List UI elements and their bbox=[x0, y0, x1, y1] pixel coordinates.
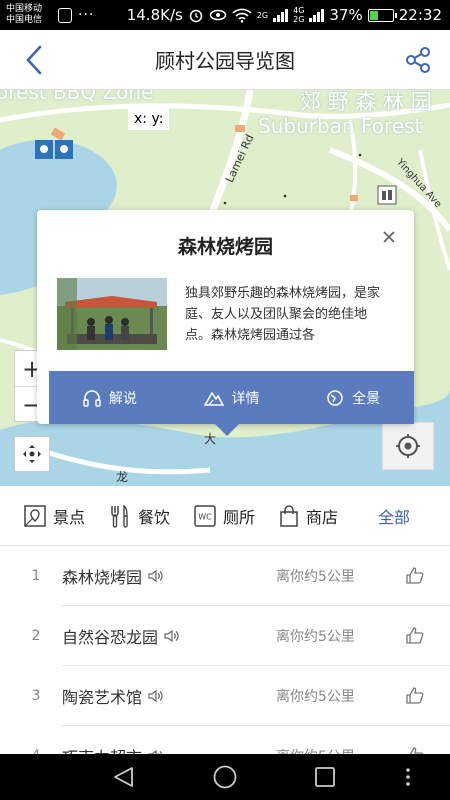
shield-icon bbox=[58, 7, 72, 23]
network-speed: 14.8K/s bbox=[126, 6, 183, 24]
share-button[interactable] bbox=[400, 42, 436, 78]
battery-icon bbox=[367, 8, 397, 22]
speaker-icon[interactable] bbox=[148, 689, 164, 703]
category-toilets[interactable]: WC 厕所 bbox=[194, 504, 255, 528]
panorama-icon bbox=[327, 389, 343, 406]
alarm-icon bbox=[189, 9, 203, 23]
battery-percent: 37% bbox=[329, 6, 363, 24]
poi-photo bbox=[57, 278, 167, 350]
wifi-icon bbox=[232, 8, 252, 23]
details-label: 详情 bbox=[231, 390, 260, 407]
mountain-icon bbox=[203, 391, 224, 406]
popup-action-bar: 解说 详情 全景 bbox=[49, 371, 414, 424]
list-item-index: 2 bbox=[31, 628, 41, 644]
chevron-left-icon bbox=[26, 45, 42, 75]
page-title: 顾村公园导览图 bbox=[155, 49, 295, 73]
category-dining[interactable]: 餐饮 bbox=[109, 504, 170, 528]
list-item[interactable]: 3 陶瓷艺术馆 离你约5公里 bbox=[0, 666, 450, 726]
speaker-icon[interactable] bbox=[164, 629, 180, 643]
thumbs-up-icon[interactable] bbox=[406, 627, 424, 645]
popup-title: 森林烧烤园 bbox=[177, 236, 273, 258]
locate-button[interactable] bbox=[382, 422, 434, 470]
nav-home-icon[interactable] bbox=[212, 764, 238, 790]
thumbs-up-icon[interactable] bbox=[406, 747, 424, 754]
list-item-name: 巧克力超市 bbox=[62, 744, 142, 754]
nav-back-icon[interactable] bbox=[112, 765, 136, 789]
list-item-name: 陶瓷艺术馆 bbox=[62, 688, 143, 707]
fork-knife-icon bbox=[111, 504, 128, 528]
category-shops-label: 商店 bbox=[306, 507, 339, 527]
park-map[interactable]: orest BBQ Zone 郊 野 森 林 园 Suburban Forest… bbox=[0, 90, 450, 486]
popup-description: 独具郊野乐趣的森林烧烤园，是家庭、友人以及团队聚会的绝佳地点。森林烧烤园通过各 bbox=[185, 286, 381, 343]
list-item-distance: 离你约5公里 bbox=[276, 746, 355, 754]
poi-list: 1 森林烧烤园 离你约5公里 2 自然谷恐龙园 离你约5公里 3 陶瓷艺术馆 离… bbox=[0, 546, 450, 754]
status-bar: 中国移动 中国电信 ··· 14.8K/s 2G 4G 2G 37% 22:32 bbox=[0, 0, 450, 30]
list-item-distance: 离你约5公里 bbox=[276, 629, 355, 645]
list-item-distance: 离你约5公里 bbox=[276, 689, 355, 705]
coordinate-readout: x: y: bbox=[128, 108, 170, 130]
carrier-info: 中国移动 中国电信 bbox=[6, 4, 58, 26]
map-label-suburban-en: Suburban Forest bbox=[258, 114, 423, 138]
nav-menu-icon[interactable] bbox=[404, 767, 412, 787]
shopping-bag-icon bbox=[280, 504, 298, 527]
more-notifications: ··· bbox=[78, 7, 95, 23]
map-label-long: 龙 bbox=[116, 470, 129, 484]
list-item-index: 1 bbox=[31, 568, 41, 584]
category-dining-label: 餐饮 bbox=[138, 507, 171, 527]
speaker-icon[interactable] bbox=[148, 569, 164, 583]
network-2g-lower: 2G bbox=[293, 15, 305, 24]
system-nav-bar bbox=[0, 754, 450, 800]
category-all-button[interactable]: 全部 bbox=[378, 504, 410, 528]
list-item[interactable]: 4 巧克力超市 离你约5公里 bbox=[0, 726, 450, 754]
category-attractions-label: 景点 bbox=[53, 507, 86, 527]
eye-icon bbox=[209, 9, 227, 21]
svg-text:WC: WC bbox=[198, 512, 212, 521]
category-bar: 景点 餐饮 WC 厕所 商店 全部 bbox=[0, 486, 450, 546]
signal-icon bbox=[273, 8, 289, 22]
category-attractions[interactable]: 景点 bbox=[24, 504, 85, 528]
panorama-button[interactable]: 全景 bbox=[292, 371, 414, 424]
audio-guide-button[interactable]: 解说 bbox=[49, 371, 171, 424]
carrier-2: 中国电信 bbox=[6, 15, 43, 25]
thumbs-up-icon[interactable] bbox=[406, 687, 424, 705]
list-item[interactable]: 2 自然谷恐龙园 离你约5公里 bbox=[0, 606, 450, 666]
list-item-name: 自然谷恐龙园 bbox=[62, 628, 159, 647]
network-4g: 4G bbox=[293, 6, 305, 15]
map-label-bbq-zone: orest BBQ Zone bbox=[0, 90, 154, 104]
headphones-icon bbox=[83, 389, 101, 407]
map-pin-icon bbox=[24, 504, 46, 527]
poi-popup: 森林烧烤园 独具郊野乐趣的森林烧烤园，是家庭、友人以及团队聚会的绝佳地点。森林烧… bbox=[37, 210, 414, 436]
map-label-suburban-cn: 郊 野 森 林 园 bbox=[300, 90, 432, 114]
nav-recent-apps-icon[interactable] bbox=[314, 766, 336, 788]
carrier-1: 中国移动 bbox=[6, 4, 43, 14]
close-icon bbox=[383, 231, 395, 243]
list-item[interactable]: 1 森林烧烤园 离你约5公里 bbox=[0, 546, 450, 606]
signal-icon-2 bbox=[309, 8, 325, 22]
wc-icon: WC bbox=[194, 504, 216, 527]
back-button[interactable] bbox=[16, 42, 52, 78]
audio-guide-label: 解说 bbox=[108, 390, 137, 407]
crosshair-icon bbox=[396, 434, 420, 458]
thumbs-up-icon[interactable] bbox=[406, 567, 424, 585]
details-button[interactable]: 详情 bbox=[171, 371, 293, 424]
pan-button[interactable] bbox=[14, 436, 50, 472]
move-arrows-icon bbox=[23, 445, 41, 463]
popup-close-button[interactable] bbox=[378, 226, 400, 248]
app-header: 顾村公园导览图 bbox=[0, 30, 450, 90]
category-toilets-label: 厕所 bbox=[223, 507, 256, 527]
list-item-index: 3 bbox=[31, 688, 41, 704]
list-item-distance: 离你约5公里 bbox=[276, 569, 355, 585]
clock: 22:32 bbox=[398, 6, 442, 24]
category-shops[interactable]: 商店 bbox=[279, 504, 338, 528]
share-icon bbox=[406, 47, 430, 73]
list-item-name: 森林烧烤园 bbox=[62, 568, 143, 587]
network-2g: 2G bbox=[256, 10, 269, 20]
popup-pointer bbox=[215, 424, 239, 436]
panorama-label: 全景 bbox=[352, 390, 381, 407]
